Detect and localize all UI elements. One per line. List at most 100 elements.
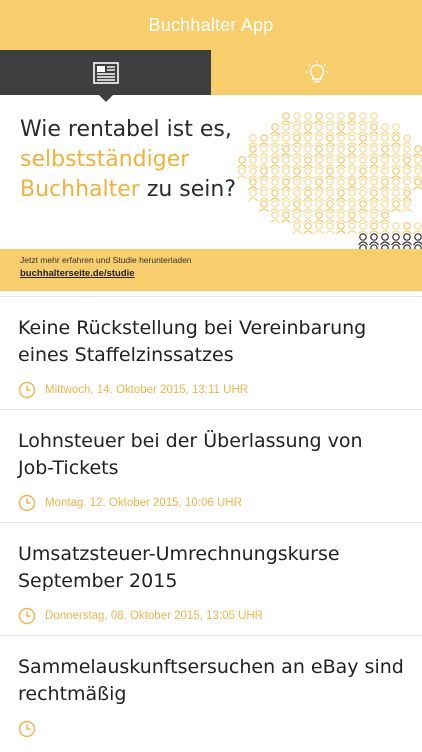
- crowd-person-icon: [348, 113, 357, 124]
- crowd-person-icon: [359, 223, 368, 234]
- crowd-person-icon: [326, 201, 335, 212]
- crowd-person-icon: [304, 190, 313, 201]
- crowd-person-icon: [304, 223, 313, 234]
- crowd-person-icon: [381, 201, 390, 212]
- crowd-person-icon: [293, 157, 302, 168]
- crowd-person-icon: [249, 135, 258, 146]
- crowd-person-icon: [359, 124, 368, 135]
- crowd-person-icon: [271, 179, 280, 190]
- newspaper-icon: [93, 62, 119, 84]
- crowd-person-icon: [392, 179, 401, 190]
- crowd-person-icon: [370, 157, 379, 168]
- crowd-person-icon: [414, 223, 422, 234]
- crowd-person-icon: [315, 157, 324, 168]
- crowd-person-icon: [337, 179, 346, 190]
- crowd-person-icon: [392, 234, 401, 245]
- news-title: Keine Rückstellung bei Vereinbarung eine…: [18, 315, 404, 369]
- crowd-person-icon: [271, 157, 280, 168]
- crowd-person-icon: [260, 201, 269, 212]
- crowd-person-icon: [348, 135, 357, 146]
- crowd-person-icon: [414, 168, 422, 179]
- crowd-person-icon: [293, 179, 302, 190]
- crowd-person-icon: [403, 190, 412, 201]
- crowd-person-icon: [282, 113, 291, 124]
- crowd-person-icon: [337, 168, 346, 179]
- crowd-person-icon: [370, 234, 379, 245]
- crowd-person-icon: [293, 124, 302, 135]
- crowd-person-icon: [381, 157, 390, 168]
- crowd-person-icon: [337, 223, 346, 234]
- crowd-person-icon: [326, 135, 335, 146]
- crowd-person-icon: [282, 212, 291, 223]
- crowd-person-icon: [403, 157, 412, 168]
- crowd-person-icon: [260, 146, 269, 157]
- tab-news[interactable]: [0, 50, 211, 95]
- crowd-person-icon: [370, 223, 379, 234]
- crowd-person-icon: [370, 124, 379, 135]
- crowd-person-icon: [381, 223, 390, 234]
- news-item[interactable]: Lohnsteuer bei der Überlassung von Job-T…: [0, 410, 422, 523]
- crowd-person-icon: [249, 190, 258, 201]
- crowd-person-icon: [381, 124, 390, 135]
- crowd-person-icon: [260, 135, 269, 146]
- crowd-person-icon: [337, 113, 346, 124]
- app-title: Buchhalter App: [149, 15, 274, 36]
- news-date: Mittwoch, 14. Oktober 2015, 13:11 UHR: [45, 384, 248, 396]
- clock-icon: [18, 381, 36, 399]
- crowd-person-icon: [238, 168, 247, 179]
- crowd-person-icon: [370, 201, 379, 212]
- crowd-person-icon: [403, 135, 412, 146]
- crowd-person-icon: [359, 157, 368, 168]
- crowd-person-icon: [403, 168, 412, 179]
- crowd-person-icon: [381, 179, 390, 190]
- news-item[interactable]: Keine Rückstellung bei Vereinbarung eine…: [0, 297, 422, 410]
- news-list: Keine Rückstellung bei Vereinbarung eine…: [0, 296, 422, 748]
- news-item[interactable]: Umsatzsteuer-Umrechnungskurse September …: [0, 523, 422, 636]
- crowd-person-icon: [238, 157, 247, 168]
- crowd-person-icon: [293, 223, 302, 234]
- banner-cta-link[interactable]: buchhalterseite.de/studie: [20, 268, 402, 279]
- crowd-person-icon: [326, 157, 335, 168]
- news-date: Donnerstag, 08. Oktober 2015, 13:05 UHR: [45, 610, 263, 622]
- crowd-person-icon: [348, 168, 357, 179]
- crowd-person-icon: [414, 157, 422, 168]
- crowd-person-icon: [293, 201, 302, 212]
- crowd-person-icon: [337, 124, 346, 135]
- news-meta: Donnerstag, 08. Oktober 2015, 13:05 UHR: [18, 607, 404, 639]
- crowd-person-icon: [260, 190, 269, 201]
- banner-cta-text: Jetzt mehr erfahren und Studie herunterl…: [20, 255, 402, 265]
- crowd-person-icon: [348, 146, 357, 157]
- crowd-person-icon: [293, 113, 302, 124]
- crowd-person-icon: [348, 190, 357, 201]
- crowd-person-icon: [414, 146, 422, 157]
- crowd-person-icon: [315, 124, 324, 135]
- crowd-person-icon: [282, 190, 291, 201]
- crowd-person-icon: [260, 168, 269, 179]
- crowd-person-icon: [282, 168, 291, 179]
- crowd-person-icon: [315, 201, 324, 212]
- crowd-person-icon: [392, 201, 401, 212]
- crowd-person-icon: [370, 190, 379, 201]
- crowd-person-icon: [348, 124, 357, 135]
- crowd-person-icon: [370, 135, 379, 146]
- crowd-person-icon: [304, 113, 313, 124]
- crowd-person-icon: [249, 146, 258, 157]
- crowd-person-icon: [271, 168, 280, 179]
- crowd-person-icon: [359, 190, 368, 201]
- crowd-person-icon: [271, 212, 280, 223]
- crowd-person-icon: [348, 157, 357, 168]
- crowd-person-icon: [304, 212, 313, 223]
- crowd-person-icon: [359, 168, 368, 179]
- crowd-person-icon: [392, 190, 401, 201]
- crowd-person-icon: [359, 212, 368, 223]
- tab-tips[interactable]: [211, 50, 422, 95]
- crowd-person-icon: [381, 234, 390, 245]
- crowd-person-icon: [348, 201, 357, 212]
- crowd-person-icon: [392, 146, 401, 157]
- news-item[interactable]: Sammelauskunftsersuchen an eBay sind rec…: [0, 636, 422, 748]
- crowd-person-icon: [315, 113, 324, 124]
- crowd-person-icon: [282, 146, 291, 157]
- promo-banner[interactable]: Wie rentabel ist es, selbstständiger Buc…: [0, 95, 422, 291]
- crowd-person-icon: [315, 135, 324, 146]
- banner-headline-line2: selbstständiger: [20, 145, 236, 175]
